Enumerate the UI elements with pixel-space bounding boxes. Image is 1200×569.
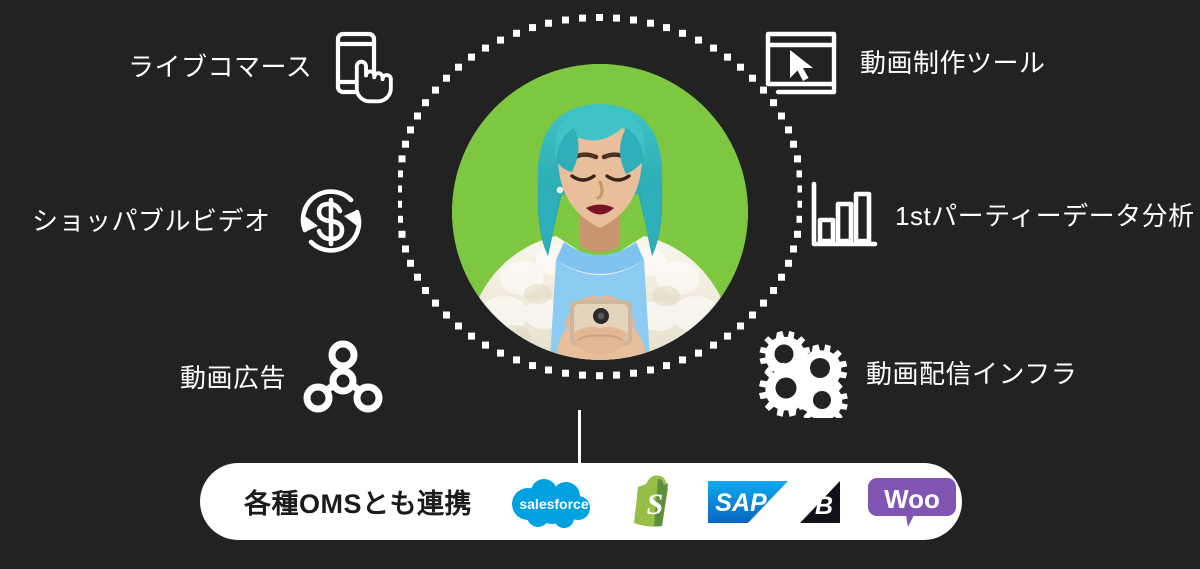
gears-icon [758,330,848,418]
oms-title: 各種OMSとも連携 [244,489,473,519]
bigcommerce-wordmark: B [815,492,833,520]
feature-video-creation-tool[interactable]: 動画制作ツール [760,26,1046,100]
shopify-logo[interactable]: S [630,474,682,530]
shopify-wordmark: S [647,488,664,521]
feature-label: 動画制作ツール [860,48,1046,78]
salesforce-wordmark: salesforce [519,496,588,512]
feature-video-ads[interactable]: 動画広告 [180,338,386,418]
feature-first-party-data[interactable]: 1stパーティーデータ分析 [805,178,1195,254]
dollar-cycle-icon [300,189,361,253]
feature-live-commerce[interactable]: ライブコマース [128,28,404,106]
bar-chart-icon [811,181,878,247]
woocommerce-wordmark: Woo [884,484,940,514]
feature-label: ライブコマース [128,52,313,82]
feature-label: 動画配信インフラ [866,359,1078,389]
hero-photo [452,64,748,360]
sap-logo[interactable]: SAP [708,479,789,525]
oms-logo-list: salesforce S SAP B Woo [508,474,958,530]
woocommerce-logo[interactable]: Woo [866,475,958,529]
feature-label: ショッパブルビデオ [32,206,271,236]
feature-video-delivery-infra[interactable]: 動画配信インフラ [758,330,1077,418]
phone-tap-icon [336,31,393,104]
center-hub [398,10,802,414]
oms-integration-pill: 各種OMSとも連携 salesforce S SAP B Woo [200,463,962,540]
feature-label: 1stパーティーデータ分析 [895,201,1195,231]
window-cursor-icon [765,31,837,95]
feature-shoppable-video[interactable]: ショッパブルビデオ [32,178,377,264]
bigcommerce-logo[interactable]: B [788,479,841,525]
feature-label: 動画広告 [180,363,287,393]
sap-wordmark: SAP [715,489,767,517]
infographic-stage: ライブコマース ショッパブルビデオ 動画広告 動画制作ツール 1stパーティーデ… [0,0,1200,569]
woman-with-phone-illustration [452,64,748,360]
salesforce-logo[interactable]: salesforce [508,476,604,528]
network-share-icon [303,340,383,413]
